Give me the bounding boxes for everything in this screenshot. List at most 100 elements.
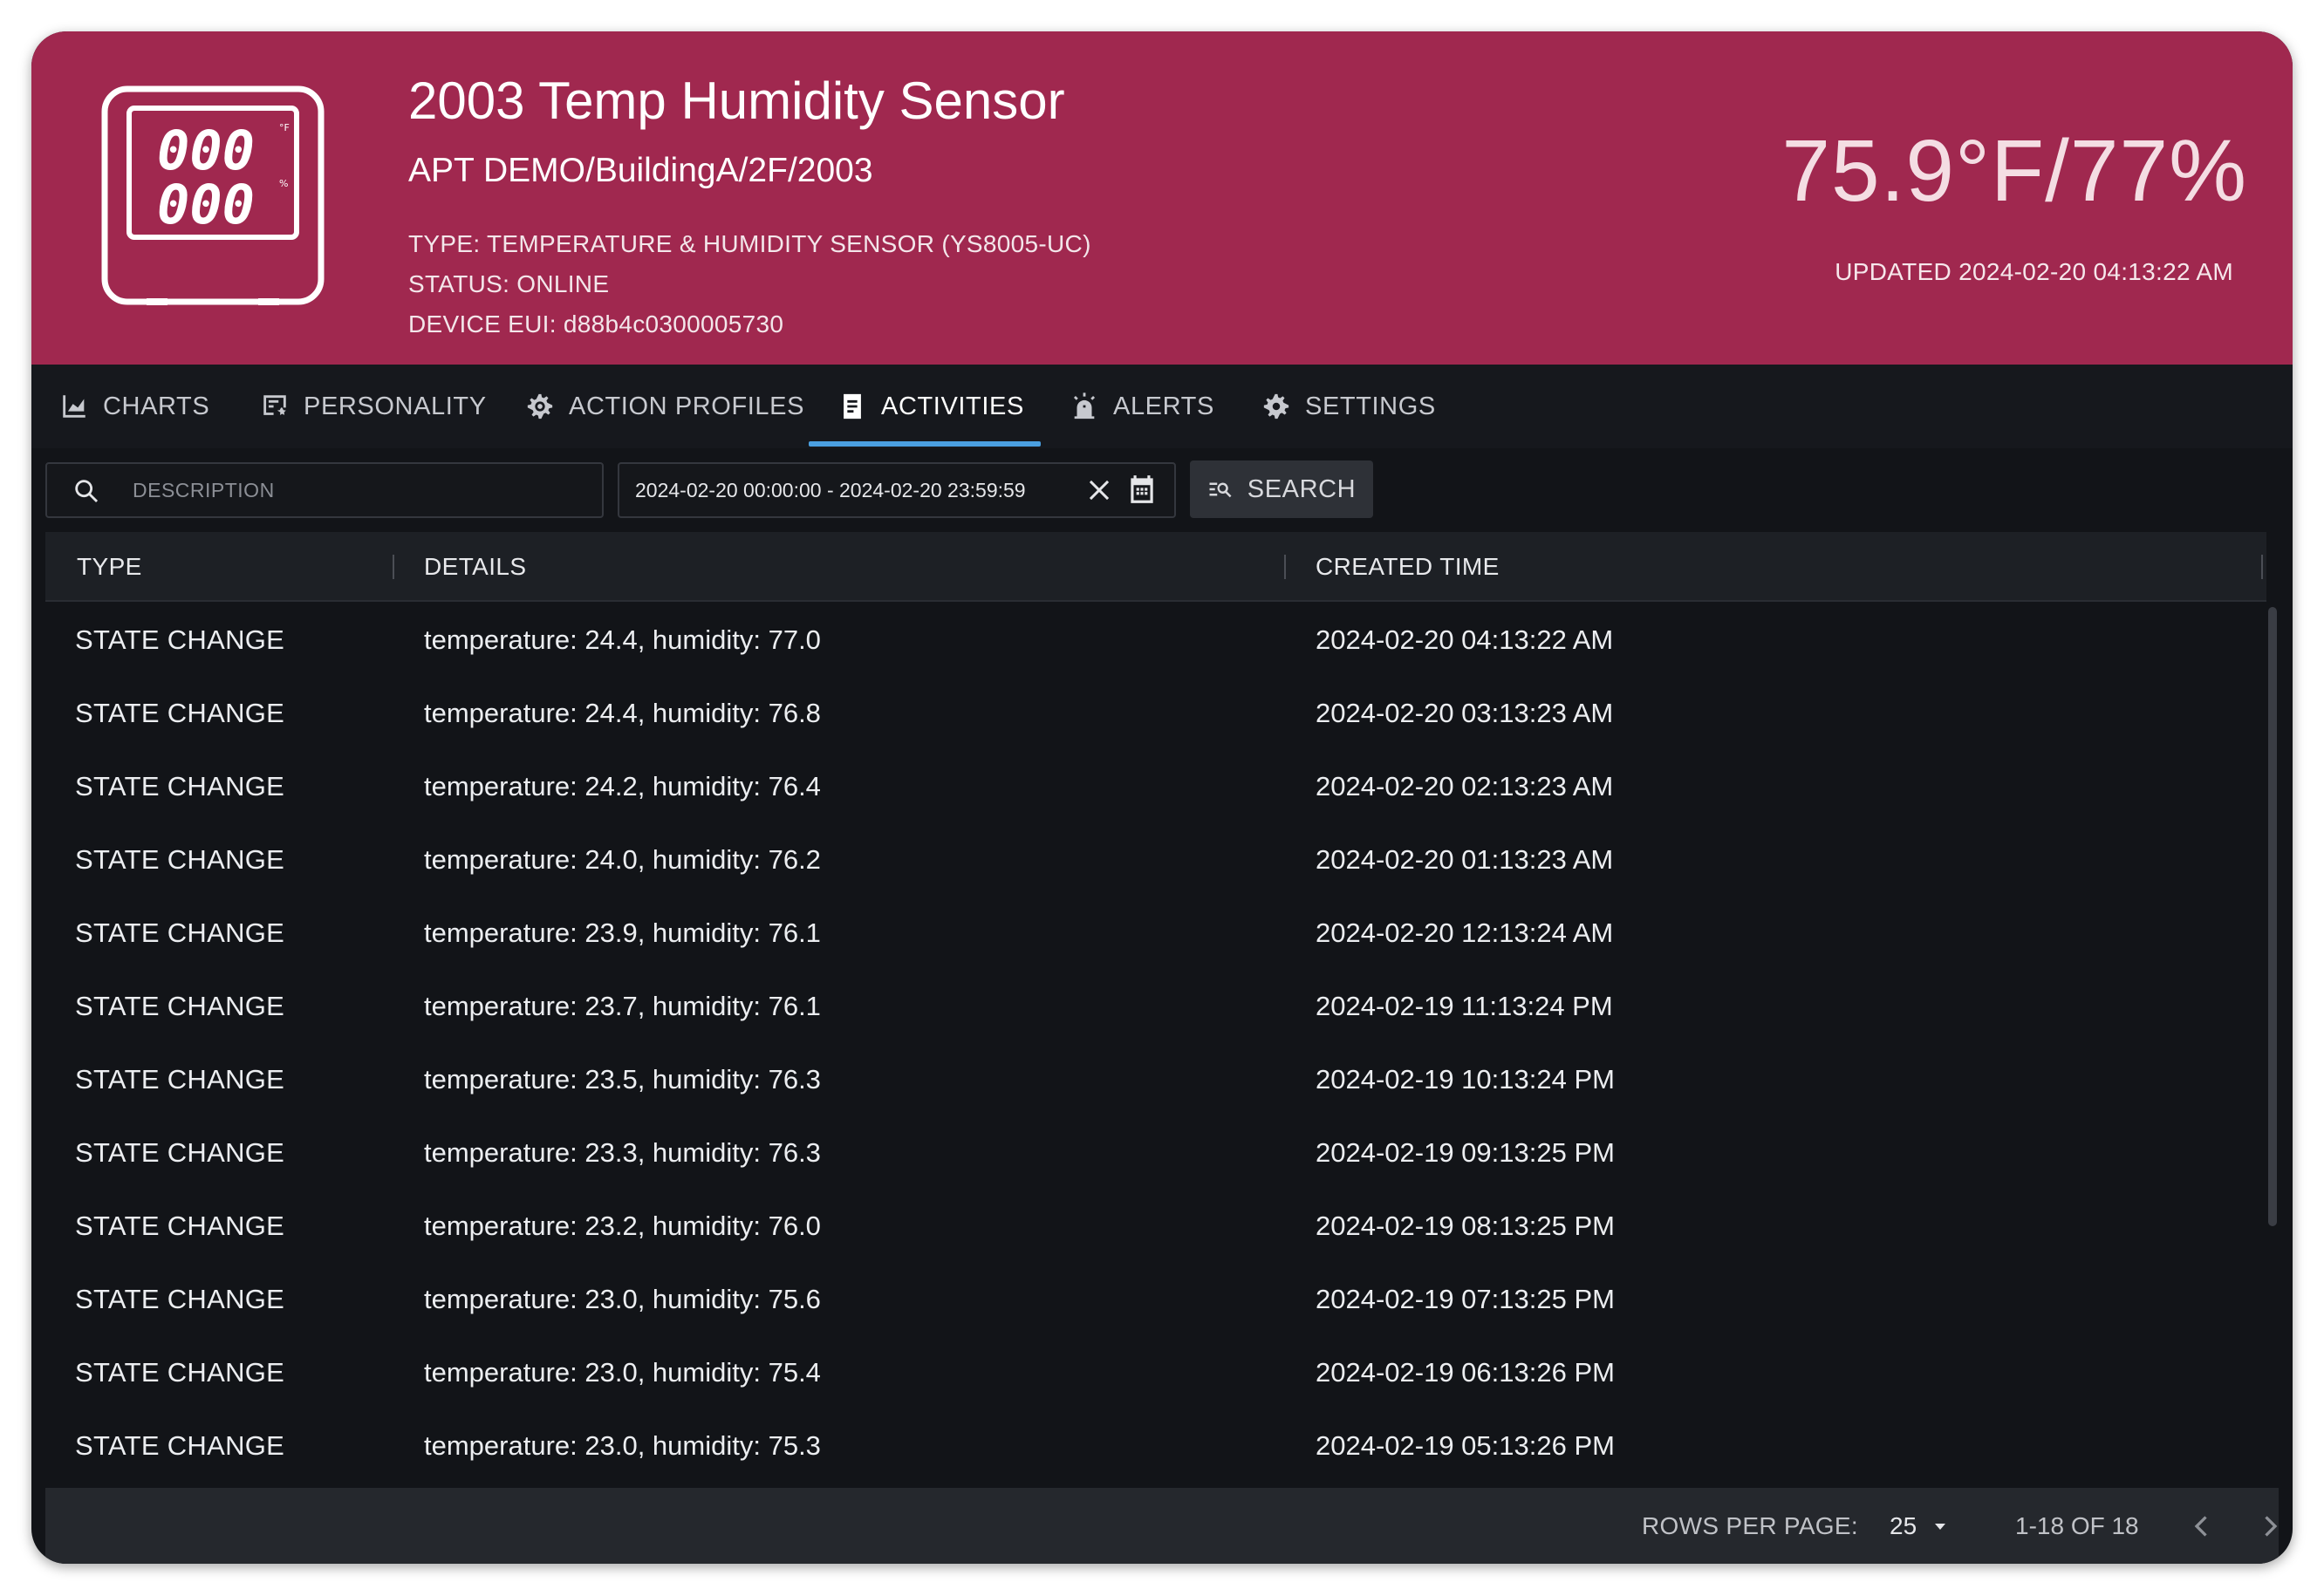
personality-icon [263, 395, 286, 415]
tab-label: CHARTS [103, 392, 210, 420]
active-tab-indicator [809, 441, 1041, 447]
table-scrollbar-thumb[interactable] [2268, 607, 2277, 1226]
table-row[interactable]: STATE CHANGE temperature: 23.3, humidity… [45, 1116, 2266, 1190]
rows-per-page-label: ROWS PER PAGE: [1642, 1512, 1858, 1539]
current-reading: 75.9°F/77% [1781, 122, 2247, 220]
column-header-created-time[interactable]: CREATED TIME [1316, 532, 1500, 602]
siren-icon [1073, 392, 1096, 419]
tab-activities[interactable]: ACTIVITIES [837, 365, 1024, 448]
device-status: STATUS: ONLINE [408, 270, 610, 297]
chart-icon [63, 395, 85, 418]
column-divider[interactable] [393, 555, 394, 579]
search-button-label: SEARCH [1247, 474, 1357, 503]
cell-details: temperature: 23.5, humidity: 76.3 [424, 1064, 821, 1095]
tab-label: PERSONALITY [304, 392, 487, 420]
activities-table: TYPE DETAILS CREATED TIME STATE CHANGE t… [45, 532, 2279, 1488]
cell-type: STATE CHANGE [75, 1137, 285, 1168]
tab-personality[interactable]: PERSONALITY [260, 365, 487, 448]
table-row[interactable]: STATE CHANGE temperature: 23.0, humidity… [45, 1336, 2266, 1409]
description-search-field [45, 462, 604, 518]
updated-timestamp: UPDATED 2024-02-20 04:13:22 AM [1835, 258, 2233, 285]
device-location: APT DEMO/BuildingA/2F/2003 [408, 152, 873, 189]
tab-settings[interactable]: SETTINGS [1261, 365, 1436, 448]
lcd-unit-top: °F [279, 122, 290, 133]
table-header: TYPE DETAILS CREATED TIME [45, 532, 2266, 602]
pagination-footer: ROWS PER PAGE: 25 1-18 OF 18 [45, 1488, 2279, 1564]
cell-type: STATE CHANGE [75, 1357, 285, 1388]
cell-type: STATE CHANGE [75, 844, 285, 875]
cell-created-time: 2024-02-19 08:13:25 PM [1316, 1211, 1615, 1241]
cell-created-time: 2024-02-20 02:13:23 AM [1316, 771, 1614, 801]
tab-alerts[interactable]: ALERTS [1070, 365, 1214, 448]
app-window: 000 000 °F % 2003 Temp Humidity Sensor A… [31, 31, 2293, 1564]
table-row[interactable]: STATE CHANGE temperature: 24.2, humidity… [45, 750, 2266, 823]
cell-details: temperature: 24.2, humidity: 76.4 [424, 771, 821, 801]
table-row[interactable]: STATE CHANGE temperature: 24.4, humidity… [45, 604, 2266, 677]
chevron-right-icon[interactable] [2252, 1509, 2287, 1544]
cell-created-time: 2024-02-20 01:13:23 AM [1316, 844, 1614, 875]
column-header-details[interactable]: DETAILS [424, 532, 526, 602]
date-range-field[interactable]: 2024-02-20 00:00:00 - 2024-02-20 23:59:5… [618, 462, 1176, 518]
tab-label: ACTIVITIES [881, 392, 1024, 420]
tab-charts[interactable]: CHARTS [59, 365, 209, 448]
search-button[interactable]: SEARCH [1190, 460, 1373, 518]
sensor-device-icon: 000 000 °F % [101, 85, 325, 305]
cell-created-time: 2024-02-19 10:13:24 PM [1316, 1064, 1615, 1095]
cell-type: STATE CHANGE [75, 1284, 285, 1314]
cell-type: STATE CHANGE [75, 917, 285, 948]
column-header-type[interactable]: TYPE [77, 532, 142, 602]
lcd-bottom-text: 000 [157, 173, 255, 236]
cell-type: STATE CHANGE [75, 624, 285, 655]
tab-action-profiles[interactable]: ACTION PROFILES [525, 365, 804, 448]
close-icon[interactable] [1083, 474, 1115, 506]
column-divider[interactable] [1284, 555, 1286, 579]
description-search-input[interactable] [133, 464, 586, 516]
table-row[interactable]: STATE CHANGE temperature: 23.5, humidity… [45, 1043, 2266, 1116]
caret-down-icon[interactable] [1930, 1516, 1951, 1537]
column-divider[interactable] [2261, 555, 2263, 579]
calendar-icon[interactable] [1125, 473, 1159, 506]
device-title: 2003 Temp Humidity Sensor [408, 72, 1065, 130]
cell-details: temperature: 24.4, humidity: 76.8 [424, 698, 821, 728]
cell-details: temperature: 23.7, humidity: 76.1 [424, 991, 821, 1021]
cell-created-time: 2024-02-19 06:13:26 PM [1316, 1357, 1615, 1388]
cell-details: temperature: 24.0, humidity: 76.2 [424, 844, 821, 875]
table-row[interactable]: STATE CHANGE temperature: 24.0, humidity… [45, 823, 2266, 897]
filter-toolbar: 2024-02-20 00:00:00 - 2024-02-20 23:59:5… [31, 448, 2293, 532]
cell-type: STATE CHANGE [75, 771, 285, 801]
table-row[interactable]: STATE CHANGE temperature: 23.0, humidity… [45, 1409, 2266, 1483]
cell-details: temperature: 23.0, humidity: 75.4 [424, 1357, 821, 1388]
gear-outline-icon [527, 393, 553, 419]
cell-details: temperature: 23.3, humidity: 76.3 [424, 1137, 821, 1168]
cell-created-time: 2024-02-19 05:13:26 PM [1316, 1430, 1615, 1461]
cell-created-time: 2024-02-20 03:13:23 AM [1316, 698, 1614, 728]
cell-details: temperature: 23.2, humidity: 76.0 [424, 1211, 821, 1241]
table-row[interactable]: STATE CHANGE temperature: 23.7, humidity… [45, 970, 2266, 1043]
search-icon [75, 480, 99, 503]
table-row[interactable]: STATE CHANGE temperature: 23.2, humidity… [45, 1190, 2266, 1263]
device-eui: DEVICE EUI: d88b4c0300005730 [408, 310, 784, 338]
chevron-left-icon[interactable] [2184, 1509, 2219, 1544]
cell-created-time: 2024-02-19 07:13:25 PM [1316, 1284, 1615, 1314]
table-body: STATE CHANGE temperature: 24.4, humidity… [45, 604, 2266, 1483]
device-type: TYPE: TEMPERATURE & HUMIDITY SENSOR (YS8… [408, 230, 1091, 257]
tab-bar: CHARTS PERSONALITY ACTION PROFILES ACTIV… [31, 365, 2293, 448]
lcd-unit-bottom: % [279, 178, 288, 189]
tab-label: ALERTS [1113, 392, 1214, 420]
cell-type: STATE CHANGE [75, 1430, 285, 1461]
cell-type: STATE CHANGE [75, 1064, 285, 1095]
search-list-icon [1209, 482, 1232, 498]
table-row[interactable]: STATE CHANGE temperature: 24.4, humidity… [45, 677, 2266, 750]
table-row[interactable]: STATE CHANGE temperature: 23.0, humidity… [45, 1263, 2266, 1336]
table-row[interactable]: STATE CHANGE temperature: 23.9, humidity… [45, 897, 2266, 970]
rows-per-page-select[interactable]: 25 [1890, 1488, 1917, 1564]
cell-type: STATE CHANGE [75, 698, 285, 728]
cell-type: STATE CHANGE [75, 1211, 285, 1241]
cell-details: temperature: 23.0, humidity: 75.3 [424, 1430, 821, 1461]
cell-created-time: 2024-02-19 09:13:25 PM [1316, 1137, 1615, 1168]
gear-icon [1263, 393, 1289, 419]
cell-details: temperature: 24.4, humidity: 77.0 [424, 624, 821, 655]
date-range-value: 2024-02-20 00:00:00 - 2024-02-20 23:59:5… [635, 479, 1026, 501]
cell-type: STATE CHANGE [75, 991, 285, 1021]
tab-label: SETTINGS [1305, 392, 1436, 420]
